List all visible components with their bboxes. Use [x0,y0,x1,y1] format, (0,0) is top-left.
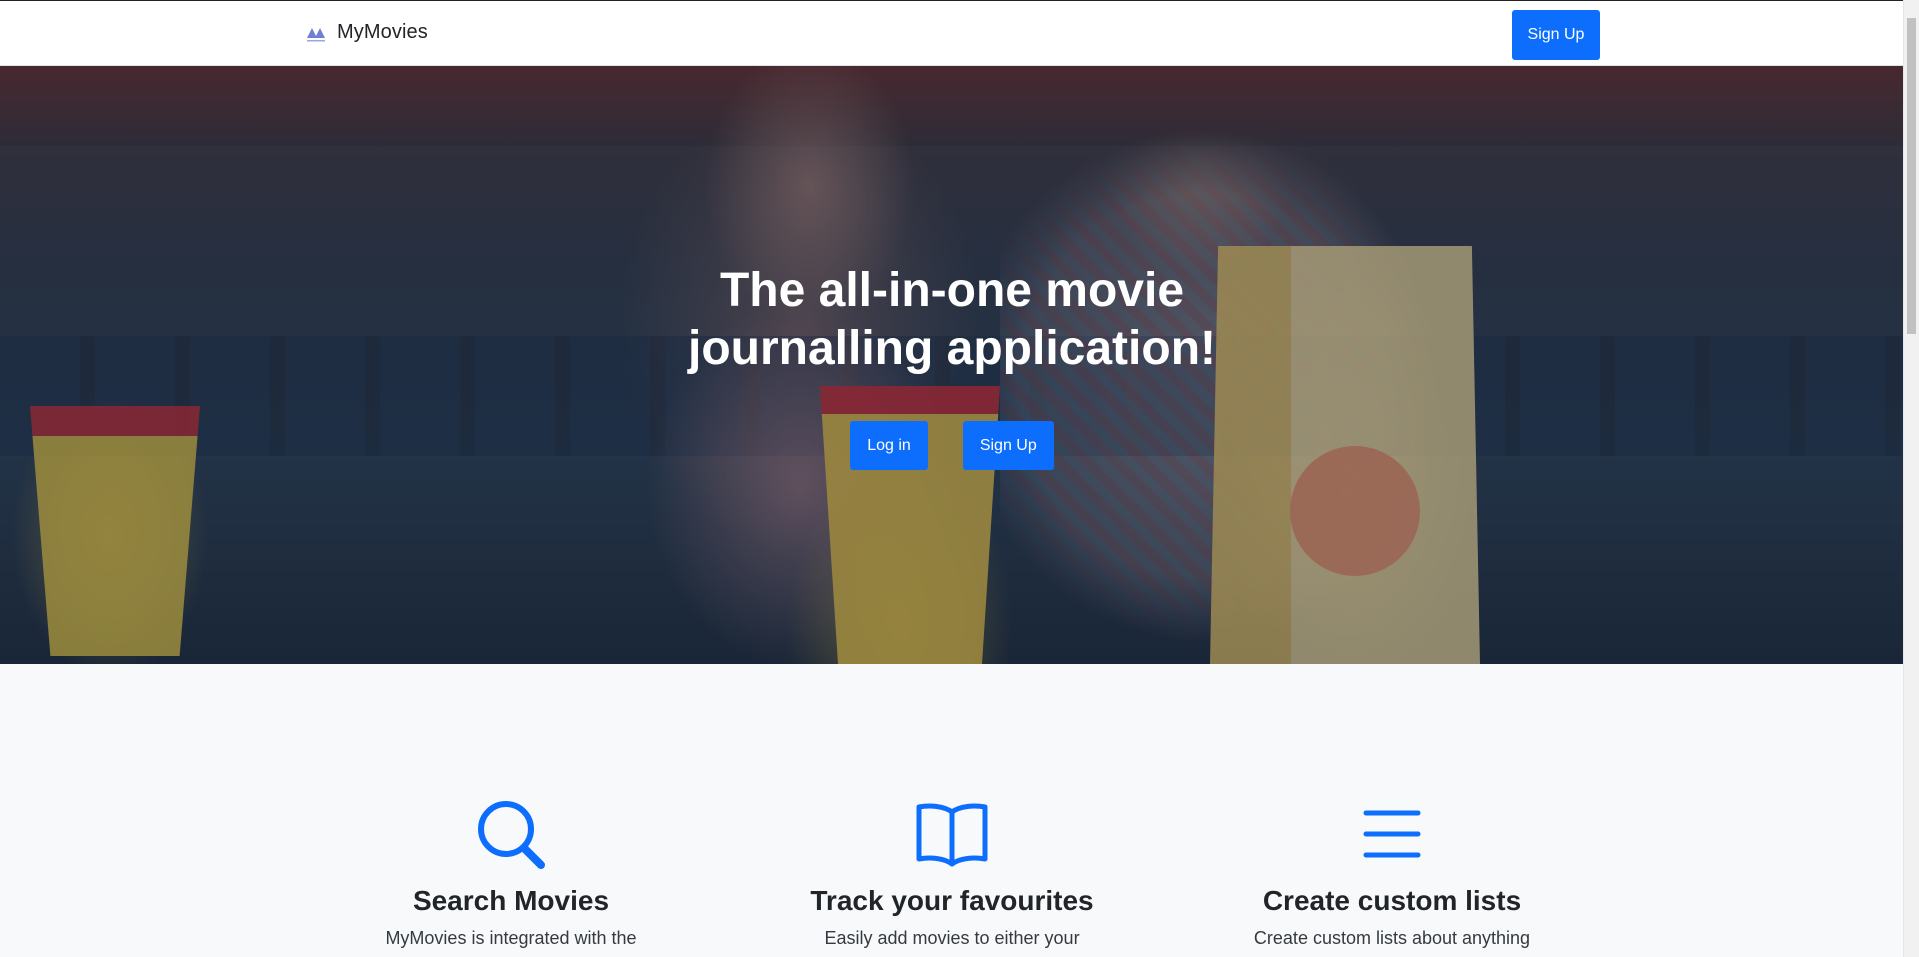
book-icon [916,803,988,867]
brand-link[interactable]: MyMovies [305,21,428,44]
hero-title: The all-in-one movie journalling applica… [688,264,1216,375]
feature-track-favourites: Track your favourites Easily add movies … [742,796,1162,951]
feature-text: MyMovies is integrated with the [385,928,637,948]
scrollbar-thumb[interactable] [1907,18,1916,334]
search-icon [478,801,545,869]
feature-title: Search Movies [412,885,610,916]
feature-title: Track your favourites [810,885,1094,916]
feature-text: Create custom lists about anything [1253,928,1531,948]
nav-signup-button[interactable]: Sign Up [1512,10,1600,60]
hero-content: The all-in-one movie journalling applica… [0,66,1904,664]
list-icon [1363,810,1421,858]
feature-title: Create custom lists [1262,885,1522,916]
feature-text: Easily add movies to either your [824,928,1080,948]
hero-actions: Log in Sign Up [0,421,1904,470]
page: MyMovies Sign Up The all-in-one movie jo… [0,0,1904,957]
feature-custom-lists: Create custom lists Create custom lists … [1182,796,1602,951]
brand-name: MyMovies [337,21,428,43]
hero-signup-button[interactable]: Sign Up [962,421,1054,470]
page-scrollbar[interactable] [1903,0,1919,957]
features-section: Search Movies MyMovies is integrated wit… [0,664,1904,957]
hero-section: The all-in-one movie journalling applica… [0,66,1904,664]
navbar: MyMovies Sign Up [0,0,1904,66]
mountains-logo-icon [307,27,325,41]
feature-search-movies: Search Movies MyMovies is integrated wit… [301,796,721,951]
login-button[interactable]: Log in [850,421,928,470]
